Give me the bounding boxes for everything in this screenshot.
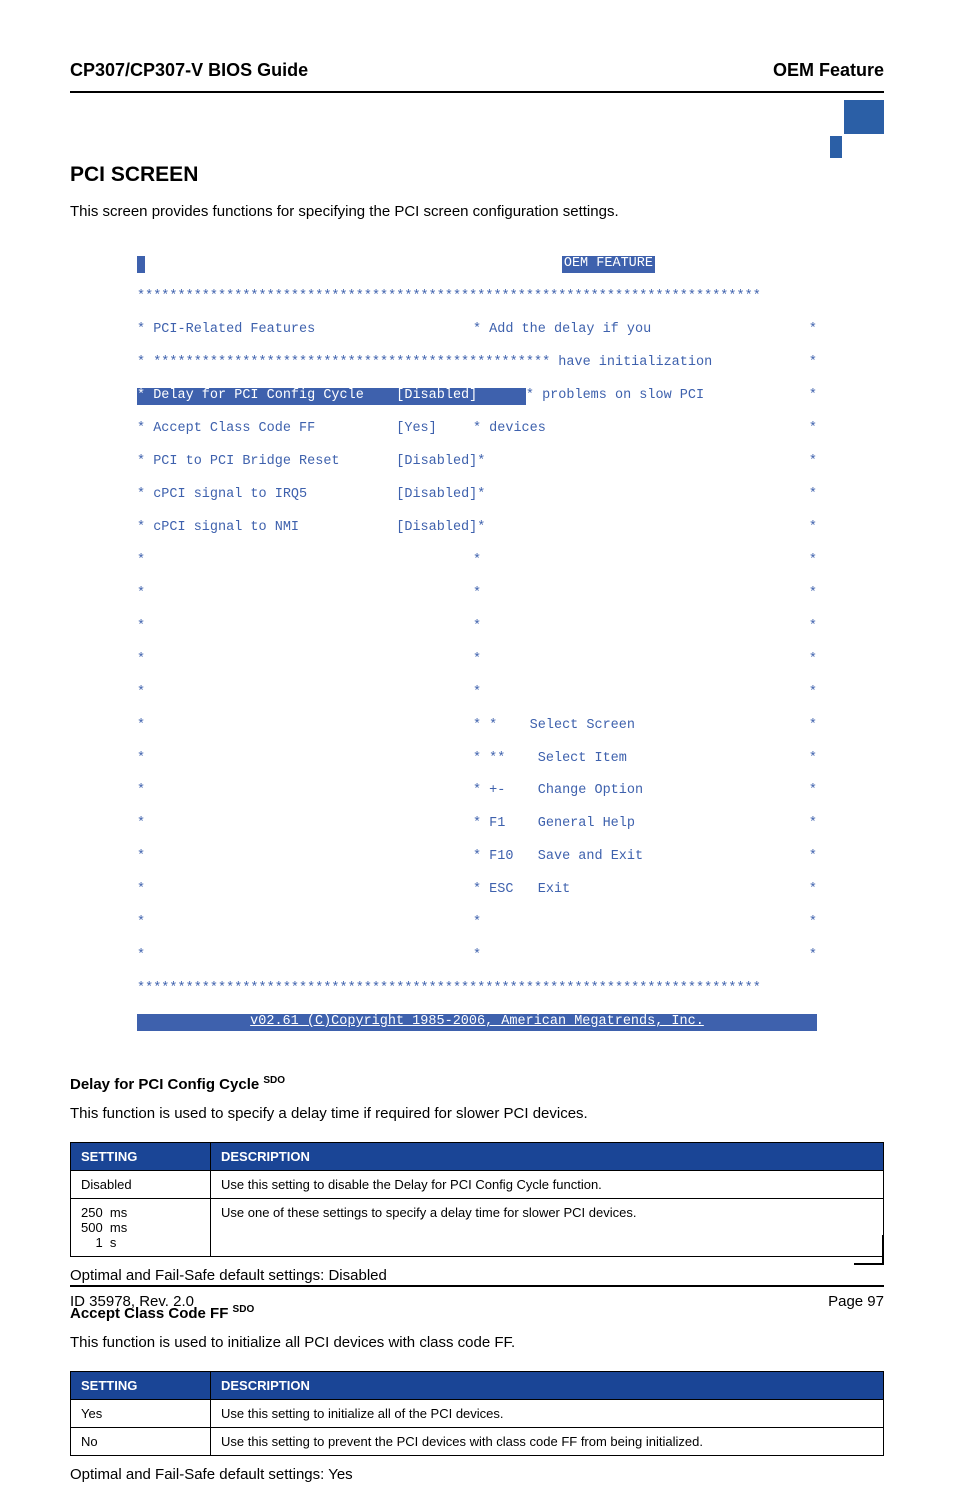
bios-screenshot: OEM FEATURE ****************************…: [137, 240, 817, 1047]
sub1-heading: Delay for PCI Config Cycle SDO: [70, 1075, 884, 1093]
bios-item[interactable]: PCI to PCI Bridge Reset: [153, 454, 339, 469]
table-cell: Use this setting to disable the Delay fo…: [211, 1170, 884, 1198]
footer-corner-icon: [854, 1235, 884, 1265]
bios-key-desc: Save and Exit: [538, 849, 643, 864]
table-cell: Disabled: [71, 1170, 211, 1198]
bios-help-line: have initialization: [558, 355, 712, 370]
table-cell: Yes: [71, 1399, 211, 1427]
bios-key-desc: Exit: [538, 882, 570, 897]
table-header-setting: SETTING: [71, 1371, 211, 1399]
bios-title: OEM FEATURE: [562, 256, 655, 272]
section-title: PCI SCREEN: [70, 163, 884, 187]
table-header-setting: SETTING: [71, 1142, 211, 1170]
bios-value[interactable]: [Disabled]: [396, 520, 477, 535]
table-cell: Use this setting to initialize all of th…: [211, 1399, 884, 1427]
bios-value[interactable]: [Yes]: [396, 421, 437, 436]
bios-value[interactable]: [Disabled]: [396, 487, 477, 502]
sub2-default: Optimal and Fail-Safe default settings: …: [70, 1464, 884, 1485]
bios-group-label: PCI-Related Features: [153, 322, 315, 337]
bios-value[interactable]: [Disabled]: [396, 388, 477, 403]
table-header-desc: DESCRIPTION: [211, 1371, 884, 1399]
bios-key: *: [489, 718, 497, 733]
table-header-desc: DESCRIPTION: [211, 1142, 884, 1170]
table-cell: Use one of these settings to specify a d…: [211, 1198, 884, 1256]
bios-copyright: v02.61 (C)Copyright 1985-2006, American …: [137, 1014, 817, 1030]
brand-corner-icon: [829, 100, 884, 160]
bios-key-desc: General Help: [538, 816, 635, 831]
section-intro: This screen provides functions for speci…: [70, 201, 884, 222]
bios-key: +-: [489, 783, 505, 798]
bios-key-desc: Change Option: [538, 783, 643, 798]
sub2-table: SETTING DESCRIPTION Yes Use this setting…: [70, 1371, 884, 1456]
bios-item-selected[interactable]: Delay for PCI Config Cycle: [153, 388, 364, 403]
bios-item[interactable]: cPCI signal to NMI: [153, 520, 299, 535]
header-rule: [70, 91, 884, 93]
table-cell: No: [71, 1427, 211, 1455]
footer-page: Page 97: [828, 1293, 884, 1310]
sub1-intro: This function is used to specify a delay…: [70, 1103, 884, 1124]
bios-key-desc: Select Item: [538, 751, 627, 766]
bios-key: F10: [489, 849, 513, 864]
bios-item[interactable]: cPCI signal to IRQ5: [153, 487, 307, 502]
doc-title-left: CP307/CP307-V BIOS Guide: [70, 60, 308, 81]
bios-help-line: problems on slow PCI: [542, 388, 704, 403]
table-cell: Use this setting to prevent the PCI devi…: [211, 1427, 884, 1455]
sub1-table: SETTING DESCRIPTION Disabled Use this se…: [70, 1142, 884, 1257]
doc-title-right: OEM Feature: [773, 60, 884, 81]
bios-help-line: devices: [489, 421, 546, 436]
bios-key: ESC: [489, 882, 513, 897]
table-row: Disabled Use this setting to disable the…: [71, 1170, 884, 1198]
table-row: Yes Use this setting to initialize all o…: [71, 1399, 884, 1427]
table-row: 250 ms 500 ms 1 s Use one of these setti…: [71, 1198, 884, 1256]
table-row: No Use this setting to prevent the PCI d…: [71, 1427, 884, 1455]
footer-id: ID 35978, Rev. 2.0: [70, 1293, 194, 1310]
bios-value[interactable]: [Disabled]: [396, 454, 477, 469]
table-cell: 250 ms 500 ms 1 s: [71, 1198, 211, 1256]
bios-key: **: [489, 751, 505, 766]
bios-item[interactable]: Accept Class Code FF: [153, 421, 315, 436]
bios-key-desc: Select Screen: [530, 718, 635, 733]
bios-key: F1: [489, 816, 505, 831]
bios-help-line: Add the delay if you: [489, 322, 651, 337]
sub1-default: Optimal and Fail-Safe default settings: …: [70, 1265, 884, 1286]
